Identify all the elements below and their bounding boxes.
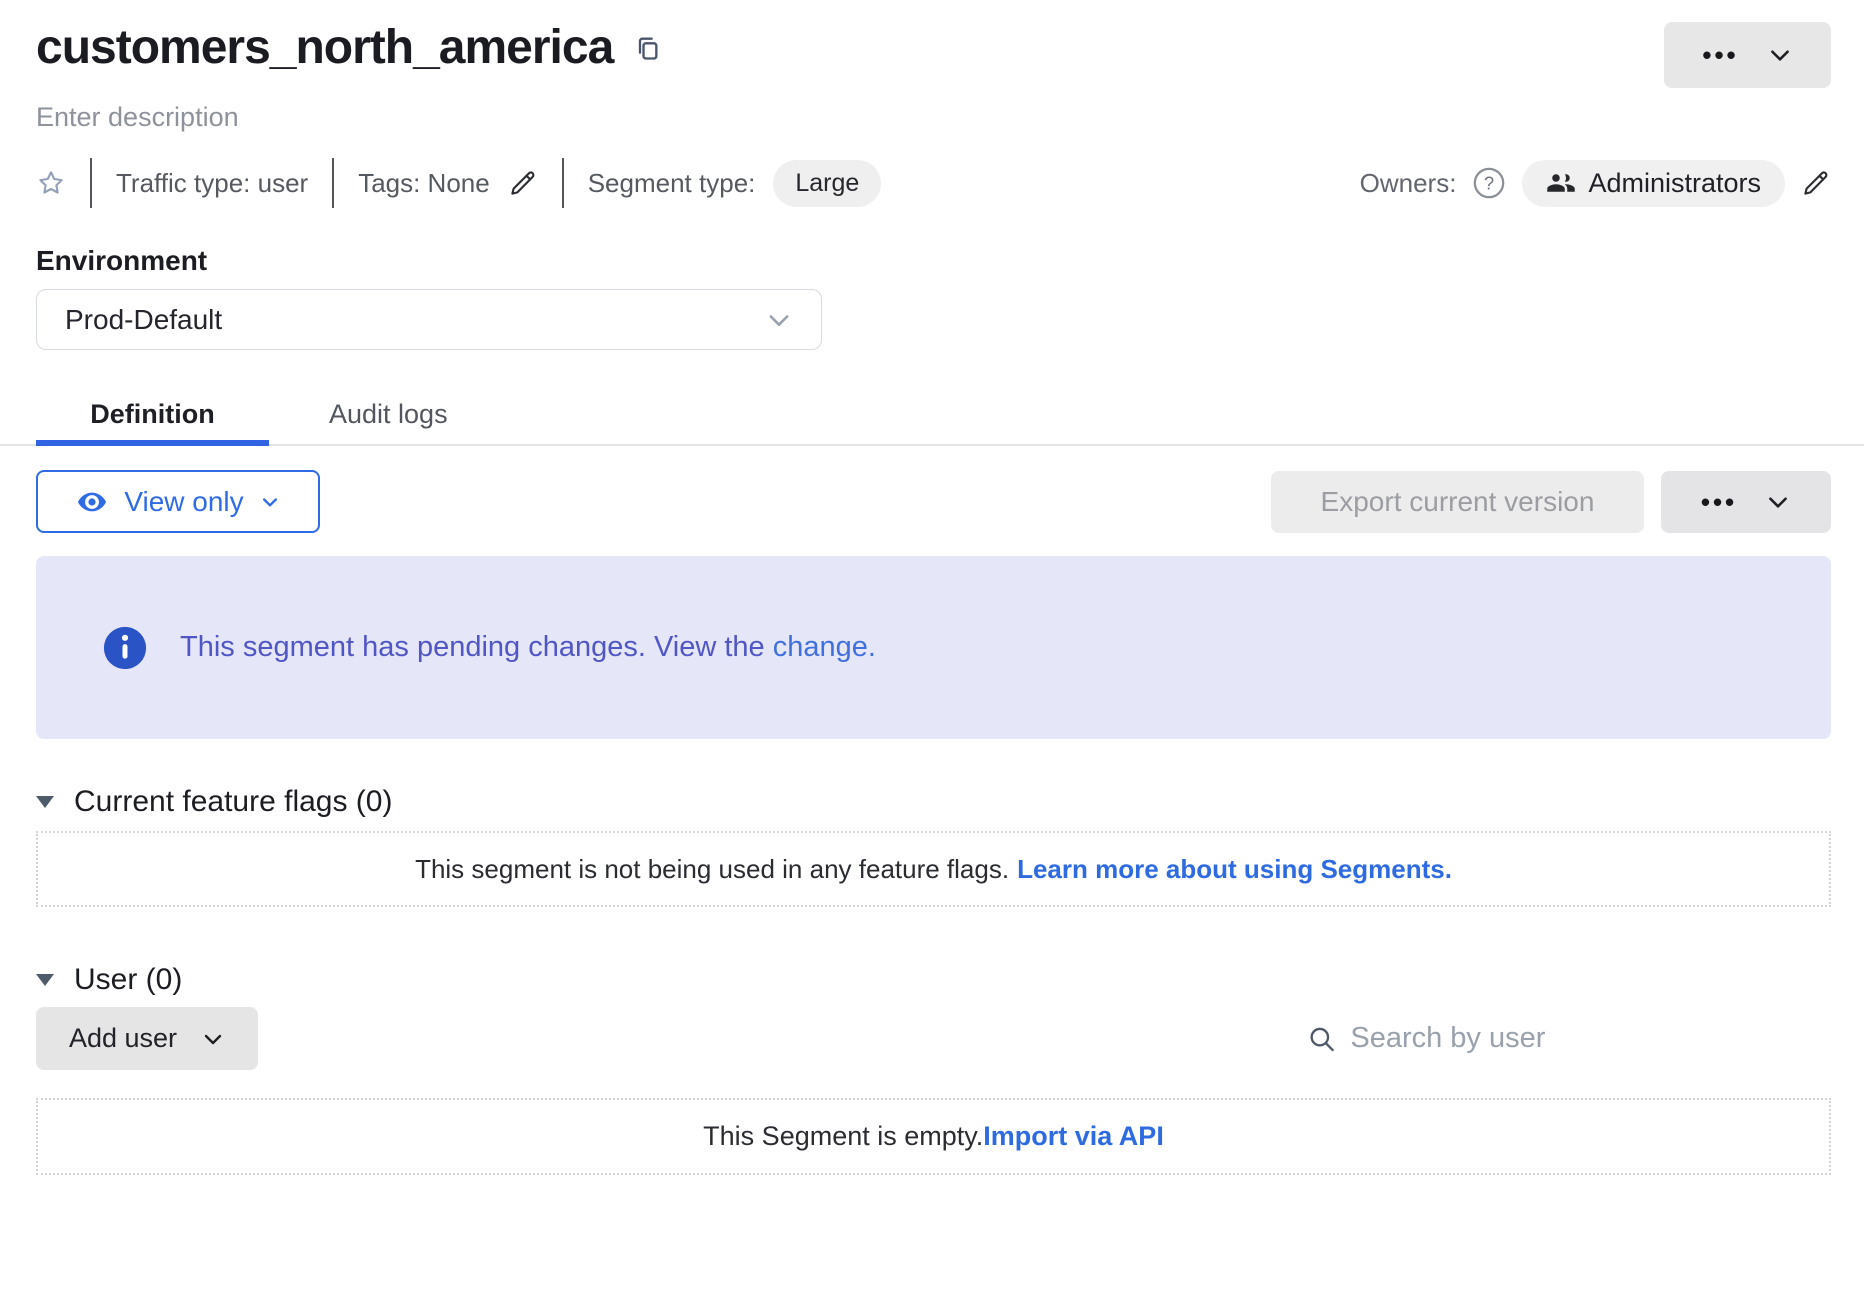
- user-section-header[interactable]: User (0): [36, 963, 1831, 997]
- tags-label: Tags: None: [358, 168, 490, 199]
- import-via-api-link[interactable]: Import via API: [983, 1121, 1164, 1152]
- tags-group: Tags: None: [358, 168, 538, 199]
- environment-select[interactable]: Prod-Default: [36, 289, 822, 350]
- ellipsis-icon: •••: [1701, 489, 1737, 515]
- segment-type-badge: Large: [773, 160, 881, 207]
- header-more-button[interactable]: •••: [1664, 22, 1831, 88]
- tab-bar: Definition Audit logs: [0, 384, 1864, 446]
- edit-tags-icon[interactable]: [508, 168, 538, 198]
- people-icon: [1546, 168, 1576, 198]
- traffic-type-label: Traffic type: user: [116, 168, 308, 199]
- pending-changes-banner: This segment has pending changes. View t…: [36, 556, 1831, 739]
- feature-flags-section-title: Current feature flags (0): [74, 785, 392, 819]
- toolbar-more-button[interactable]: •••: [1661, 471, 1831, 533]
- environment-selected-value: Prod-Default: [65, 304, 222, 336]
- edit-owners-icon[interactable]: [1801, 168, 1831, 198]
- eye-icon: [76, 486, 108, 518]
- copy-icon[interactable]: [633, 33, 661, 63]
- user-section-title: User (0): [74, 963, 182, 997]
- toolbar-right: Export current version •••: [1271, 471, 1831, 533]
- view-change-link[interactable]: change.: [773, 631, 876, 663]
- chevron-down-icon: [1767, 42, 1793, 68]
- banner-message-text: This segment has pending changes. View t…: [180, 631, 765, 663]
- export-current-version-button[interactable]: Export current version: [1271, 471, 1644, 533]
- toolbar: View only Export current version •••: [36, 470, 1831, 533]
- info-icon: [102, 625, 148, 671]
- owners-label: Owners:: [1360, 168, 1457, 199]
- tab-definition[interactable]: Definition: [36, 384, 269, 444]
- owners-badge: Administrators: [1522, 160, 1785, 207]
- search-icon: [1307, 1023, 1336, 1055]
- feature-flags-empty-state: This segment is not being used in any fe…: [36, 831, 1831, 907]
- owners-value: Administrators: [1588, 168, 1761, 199]
- user-empty-text: This Segment is empty.: [703, 1121, 983, 1152]
- ellipsis-icon: •••: [1702, 42, 1738, 68]
- collapse-triangle-icon: [36, 974, 54, 986]
- divider: [562, 158, 564, 208]
- feature-flags-empty-text: This segment is not being used in any fe…: [415, 854, 1009, 885]
- star-icon[interactable]: [36, 168, 66, 198]
- collapse-triangle-icon: [36, 796, 54, 808]
- meta-row: Traffic type: user Tags: None Segment ty…: [36, 157, 1831, 209]
- tab-audit-logs[interactable]: Audit logs: [329, 384, 448, 444]
- learn-more-link[interactable]: Learn more about using Segments.: [1017, 854, 1452, 885]
- header: customers_north_america •••: [36, 22, 1831, 88]
- title-group: customers_north_america: [36, 22, 661, 75]
- segment-type-label: Segment type:: [588, 168, 756, 199]
- feature-flags-section-header[interactable]: Current feature flags (0): [36, 785, 1831, 819]
- chevron-down-icon: [765, 306, 793, 334]
- svg-text:?: ?: [1484, 172, 1494, 193]
- description-field[interactable]: Enter description: [36, 102, 1831, 133]
- chevron-down-icon: [260, 492, 280, 512]
- chevron-down-icon: [1765, 489, 1791, 515]
- help-icon[interactable]: ?: [1472, 166, 1506, 200]
- page-title: customers_north_america: [36, 22, 613, 75]
- user-empty-state: This Segment is empty.Import via API: [36, 1098, 1831, 1175]
- owners-group: Owners: ? Administrators: [1360, 160, 1831, 207]
- search-wrap: [1307, 1022, 1831, 1055]
- banner-message: This segment has pending changes. View t…: [180, 631, 876, 664]
- user-actions-row: Add user: [36, 1007, 1831, 1070]
- segment-detail-page: customers_north_america ••• Enter descri…: [0, 0, 1864, 1175]
- environment-label: Environment: [36, 245, 1831, 277]
- view-only-label: View only: [124, 486, 243, 518]
- divider: [90, 158, 92, 208]
- add-user-button[interactable]: Add user: [36, 1007, 258, 1070]
- segment-type-group: Segment type: Large: [588, 160, 882, 207]
- view-only-button[interactable]: View only: [36, 470, 320, 533]
- search-input[interactable]: [1350, 1022, 1831, 1055]
- add-user-label: Add user: [69, 1023, 177, 1054]
- divider: [332, 158, 334, 208]
- chevron-down-icon: [201, 1027, 225, 1051]
